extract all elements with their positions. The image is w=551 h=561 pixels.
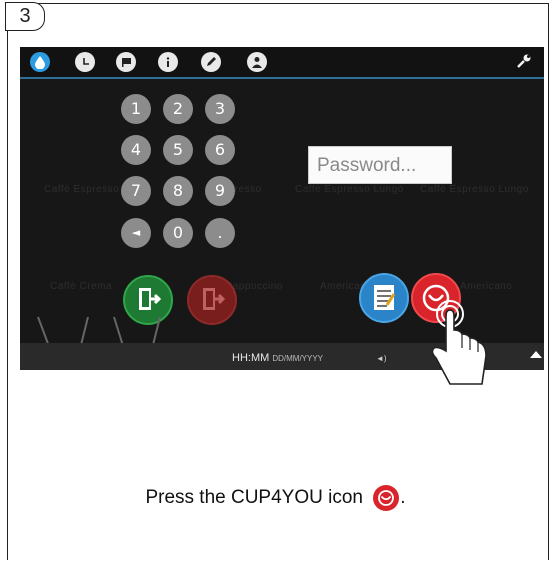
keypad-key[interactable]: 6 — [205, 135, 235, 165]
step-number-badge: 3 — [5, 2, 45, 31]
wrench-icon[interactable] — [516, 53, 532, 74]
keypad-key[interactable]: 7 — [121, 176, 151, 206]
background-product-label: Caffè Espresso — [44, 184, 120, 195]
instruction-period: . — [400, 487, 406, 509]
keypad-key[interactable]: 8 — [163, 176, 193, 206]
keypad-key[interactable]: 1 — [121, 94, 151, 124]
date-value: DD/MM/YYYY — [272, 354, 324, 363]
background-product-label: Caffè Crema — [50, 281, 113, 292]
keypad-key[interactable]: 4 — [121, 135, 151, 165]
volume-icon[interactable]: ◄) — [376, 354, 387, 363]
info-icon[interactable] — [158, 52, 178, 72]
password-input[interactable]: Password... — [308, 146, 452, 184]
keypad-key[interactable]: 3 — [205, 94, 235, 124]
cup4you-icon — [373, 485, 400, 511]
task-list-icon — [374, 285, 396, 310]
exit-door-icon — [203, 288, 226, 310]
flag-icon[interactable] — [116, 52, 136, 72]
background-product-label: Americano — [460, 281, 513, 292]
keypad-key[interactable]: 2 — [163, 94, 193, 124]
keypad-dot-key[interactable]: . — [205, 218, 235, 248]
pencil-icon[interactable] — [201, 52, 221, 72]
exit-red-button[interactable] — [187, 275, 237, 325]
instruction-label: Press the CUP4YOU icon — [145, 487, 363, 509]
background-product-label: Caffè Espresso Lungo — [420, 184, 529, 195]
user-icon[interactable] — [247, 52, 267, 72]
water-drop-icon[interactable] — [30, 52, 50, 72]
clock-icon[interactable] — [75, 52, 95, 72]
expand-arrow-icon[interactable] — [530, 351, 542, 358]
keypad-backspace-key[interactable]: ◄ — [121, 218, 151, 248]
top-toolbar — [20, 47, 544, 79]
time-display: HH:MM DD/MM/YYYY — [232, 352, 323, 364]
task-list-button[interactable] — [359, 273, 409, 323]
background-product-label: Caffè Espresso Lungo — [295, 184, 404, 195]
time-value: HH:MM — [232, 352, 270, 364]
keypad-key[interactable]: 9 — [205, 176, 235, 206]
pointing-hand-icon — [431, 300, 487, 385]
keypad-key[interactable]: 0 — [163, 218, 193, 248]
keypad-key[interactable]: 5 — [163, 135, 193, 165]
instruction-text: Press the CUP4YOU icon . — [0, 484, 551, 512]
